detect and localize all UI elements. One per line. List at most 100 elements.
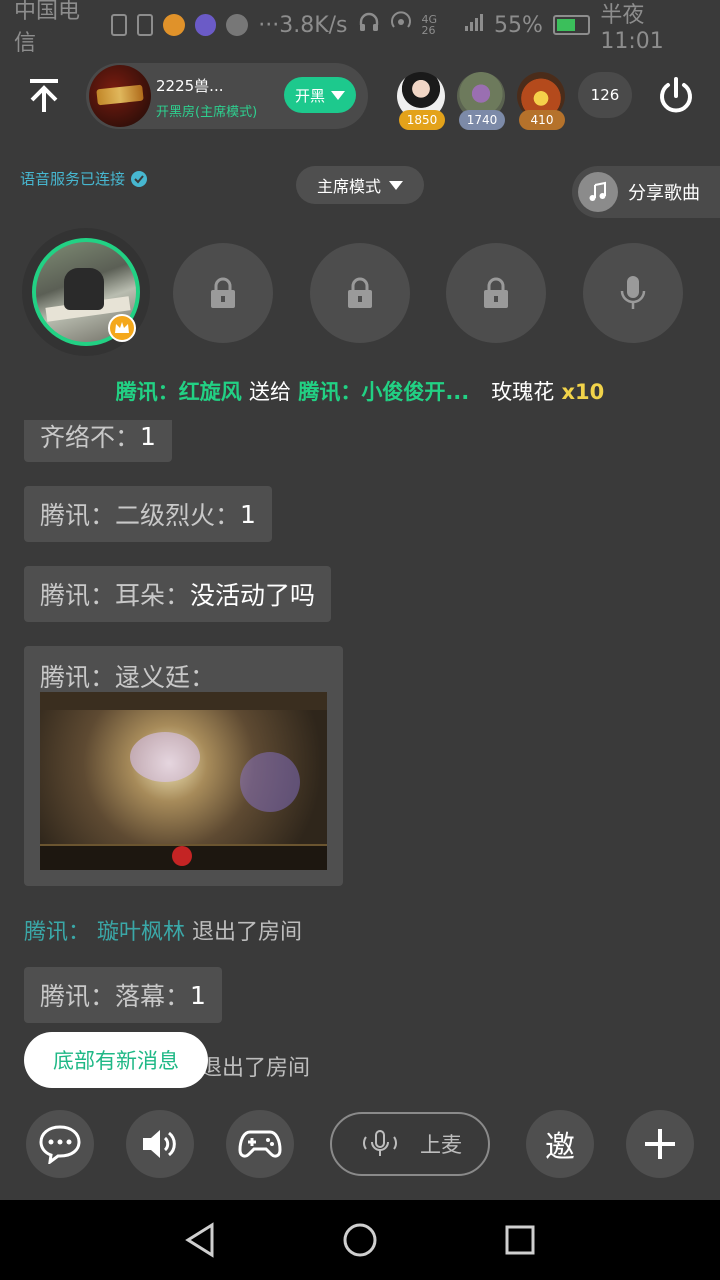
- audience-avatar[interactable]: 410: [517, 72, 567, 130]
- nav-back-button[interactable]: [178, 1218, 222, 1262]
- system-message: 腾讯： 璇叶枫林 退出了房间: [24, 914, 302, 946]
- voice-service-status: 语音服务已连接: [20, 168, 148, 189]
- audience-avatar[interactable]: 1740: [457, 72, 507, 130]
- audience-avatar[interactable]: 1850: [397, 72, 447, 130]
- lock-icon: [211, 277, 235, 308]
- voice-status-label: 语音服务已连接: [20, 170, 126, 188]
- battery-icon: [552, 15, 591, 35]
- gamepad-icon: [238, 1130, 282, 1158]
- locked-seat[interactable]: [446, 243, 546, 343]
- system-message-text: 退出了房间: [200, 1056, 311, 1081]
- room-type-label: 开黑: [294, 86, 325, 105]
- share-song-label: 分享歌曲: [628, 183, 700, 204]
- chat-bubble-icon: [39, 1125, 81, 1164]
- room-type-button[interactable]: 开黑: [284, 77, 356, 113]
- shared-image[interactable]: [40, 692, 327, 870]
- mic-seat[interactable]: [583, 243, 683, 343]
- gift-action: 送给: [249, 380, 292, 404]
- share-song-button[interactable]: 分享歌曲: [572, 166, 720, 218]
- chat-message: 腾讯：落幕： 1: [24, 967, 222, 1023]
- chat-message: 腾讯：二级烈火： 1: [24, 486, 272, 542]
- minimize-room-button[interactable]: [22, 74, 66, 118]
- nav-recents-button[interactable]: [498, 1218, 542, 1262]
- score-badge: 1850: [399, 110, 445, 130]
- chat-image-message: 腾讯：逯义廷：: [24, 646, 343, 886]
- exit-room-button[interactable]: [654, 74, 698, 118]
- locked-seat[interactable]: [173, 243, 273, 343]
- arrow-up-to-bar-icon: [30, 79, 58, 112]
- invite-button[interactable]: 邀: [526, 1110, 594, 1178]
- game-button[interactable]: [226, 1110, 294, 1178]
- alert-icon: [137, 14, 153, 36]
- chat-input-button[interactable]: [26, 1110, 94, 1178]
- gift-name: 玫瑰花: [491, 380, 555, 404]
- gift-receiver: 腾讯：小俊俊开...: [298, 380, 470, 404]
- new-message-toast[interactable]: 底部有新消息: [24, 1032, 208, 1088]
- image-detail: [172, 846, 192, 866]
- message-text: 1: [240, 499, 256, 529]
- speaker-button[interactable]: [126, 1110, 194, 1178]
- message-sender: 腾讯：落幕：: [40, 982, 191, 1011]
- image-detail: [130, 732, 200, 782]
- room-avatar: [89, 65, 151, 127]
- score-badge: 410: [519, 110, 565, 130]
- system-message-prefix: 腾讯：: [24, 920, 91, 945]
- home-circle-icon: [343, 1223, 377, 1257]
- image-detail: [240, 752, 300, 812]
- carrier-label: 中国电信: [14, 0, 81, 56]
- hotspot-icon: [390, 11, 412, 39]
- network-speed: 3.8K/s: [279, 12, 348, 38]
- gift-banner: 腾讯：红旋风 送给 腾讯：小俊俊开... 玫瑰花 x10: [0, 376, 720, 406]
- chat-message: 腾讯：耳朵： 没活动了吗: [24, 566, 332, 622]
- system-message-user: 璇叶枫林: [97, 920, 186, 945]
- system-message: 退出了房间: [200, 1050, 310, 1082]
- message-sender: 腾讯：耳朵：: [40, 581, 191, 610]
- invite-label: 邀: [545, 1130, 575, 1165]
- app-icon: [162, 14, 185, 36]
- microphone-icon: [363, 1130, 397, 1156]
- room-subtitle: 开黑房(主席模式): [156, 105, 258, 120]
- room-info-pill[interactable]: 2225兽... 开黑房(主席模式) 开黑: [86, 63, 368, 129]
- network-type: 4G 26: [421, 13, 438, 37]
- music-note-icon: [578, 172, 618, 212]
- system-message-text: 退出了房间: [192, 920, 303, 945]
- microphone-icon: [620, 276, 646, 309]
- game-icon: [226, 14, 249, 36]
- join-mic-button[interactable]: 上麦: [330, 1112, 490, 1176]
- plus-icon: [645, 1129, 675, 1159]
- message-sender: 腾讯：逯义廷：: [40, 663, 216, 692]
- upload-icon: [111, 14, 128, 36]
- message-sender: 齐络不：: [40, 423, 141, 452]
- gift-sender: 腾讯：红旋风: [115, 380, 242, 404]
- room-header: 2225兽... 开黑房(主席模式) 开黑 1850 1740 410 126: [0, 58, 720, 138]
- gift-count: x10: [561, 380, 605, 404]
- message-sender: 腾讯：二级烈火：: [40, 501, 241, 530]
- chevron-down-icon: [389, 180, 403, 190]
- nav-home-button[interactable]: [338, 1218, 382, 1262]
- more-icon: ···: [258, 12, 280, 38]
- speaker-icon: [143, 1130, 176, 1158]
- image-detail: [40, 692, 327, 710]
- status-bar: 中国电信 ··· 3.8K/s 4G 26 55% 半夜11:01: [0, 0, 720, 56]
- chat-list[interactable]: 齐络不： 1 腾讯：二级烈火： 1 腾讯：耳朵： 没活动了吗 腾讯：逯义廷： 腾…: [0, 420, 720, 1100]
- room-name: 2225兽...: [156, 77, 224, 95]
- back-triangle-icon: [185, 1222, 214, 1258]
- score-badge: 1740: [459, 110, 505, 130]
- video-icon: [194, 14, 217, 36]
- chevron-down-icon: [331, 90, 345, 100]
- system-nav-bar: [0, 1200, 720, 1280]
- lock-icon: [348, 277, 372, 308]
- join-mic-label: 上麦: [420, 1133, 462, 1157]
- more-button[interactable]: [626, 1110, 694, 1178]
- power-icon: [660, 77, 692, 113]
- locked-seat[interactable]: [310, 243, 410, 343]
- host-mode-label: 主席模式: [316, 177, 381, 196]
- online-count-button[interactable]: 126: [578, 72, 632, 118]
- message-text: 没活动了吗: [190, 581, 316, 610]
- battery-percent: 55%: [494, 12, 543, 38]
- chat-message: 齐络不： 1: [24, 420, 172, 462]
- host-mode-dropdown[interactable]: 主席模式: [296, 166, 424, 204]
- check-icon: [131, 170, 148, 187]
- message-text: 1: [190, 980, 206, 1010]
- crown-icon: [108, 314, 136, 342]
